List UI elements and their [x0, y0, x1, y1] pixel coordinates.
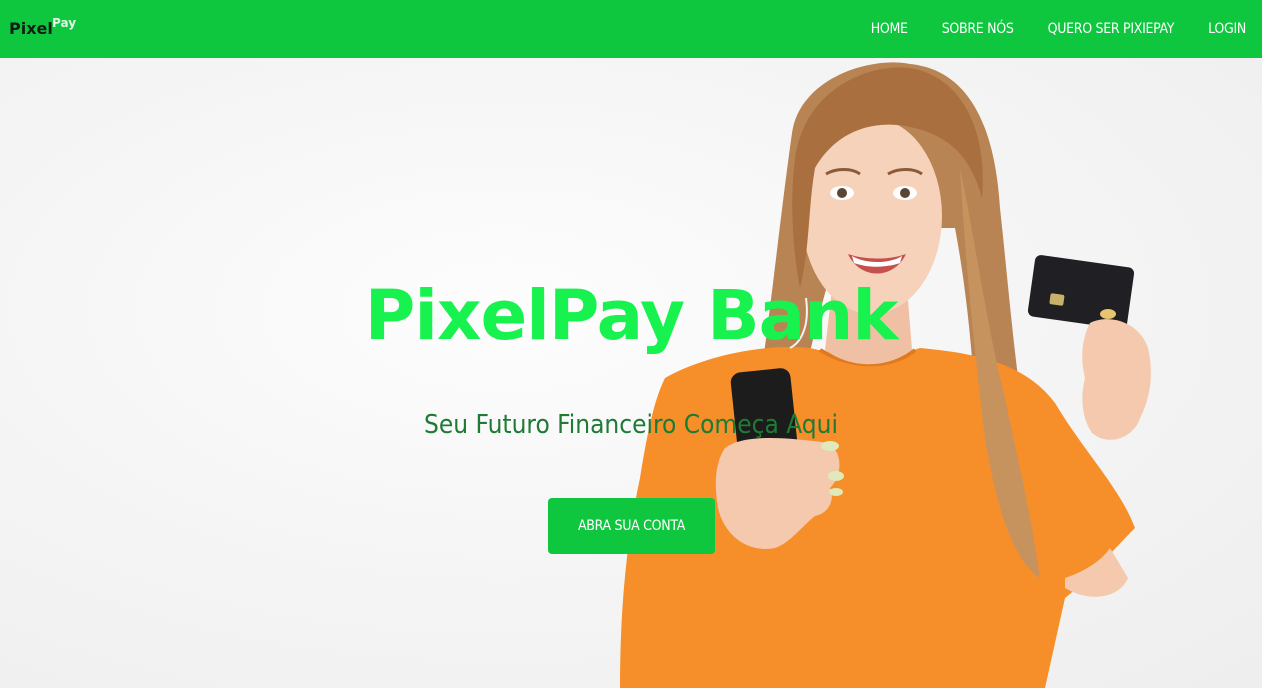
fingernail — [821, 441, 839, 451]
logo-superscript: Pay — [52, 16, 77, 30]
hero-title: PixelPay Bank — [364, 276, 899, 356]
nav-become-pixiepay-link[interactable]: QUERO SER PIXIEPAY — [1048, 21, 1175, 37]
woman-holding-phone-and-card-photo — [620, 62, 1151, 688]
top-navbar: Pixel Pay HOME SOBRE NÓS QUERO SER PIXIE… — [0, 0, 1262, 58]
logo-text: Pixel — [9, 19, 53, 38]
hero-subtitle: Seu Futuro Financeiro Começa Aqui — [424, 410, 838, 440]
nav-about-link[interactable]: SOBRE NÓS — [942, 21, 1014, 37]
main-nav: HOME SOBRE NÓS QUERO SER PIXIEPAY LOGIN — [837, 0, 1247, 58]
nav-home-link[interactable]: HOME — [871, 21, 908, 37]
hero-section: PixelPay Bank Seu Futuro Financeiro Come… — [0, 58, 1262, 688]
nav-login-link[interactable]: LOGIN — [1208, 21, 1246, 37]
open-account-button[interactable]: ABRA SUA CONTA — [548, 498, 715, 554]
